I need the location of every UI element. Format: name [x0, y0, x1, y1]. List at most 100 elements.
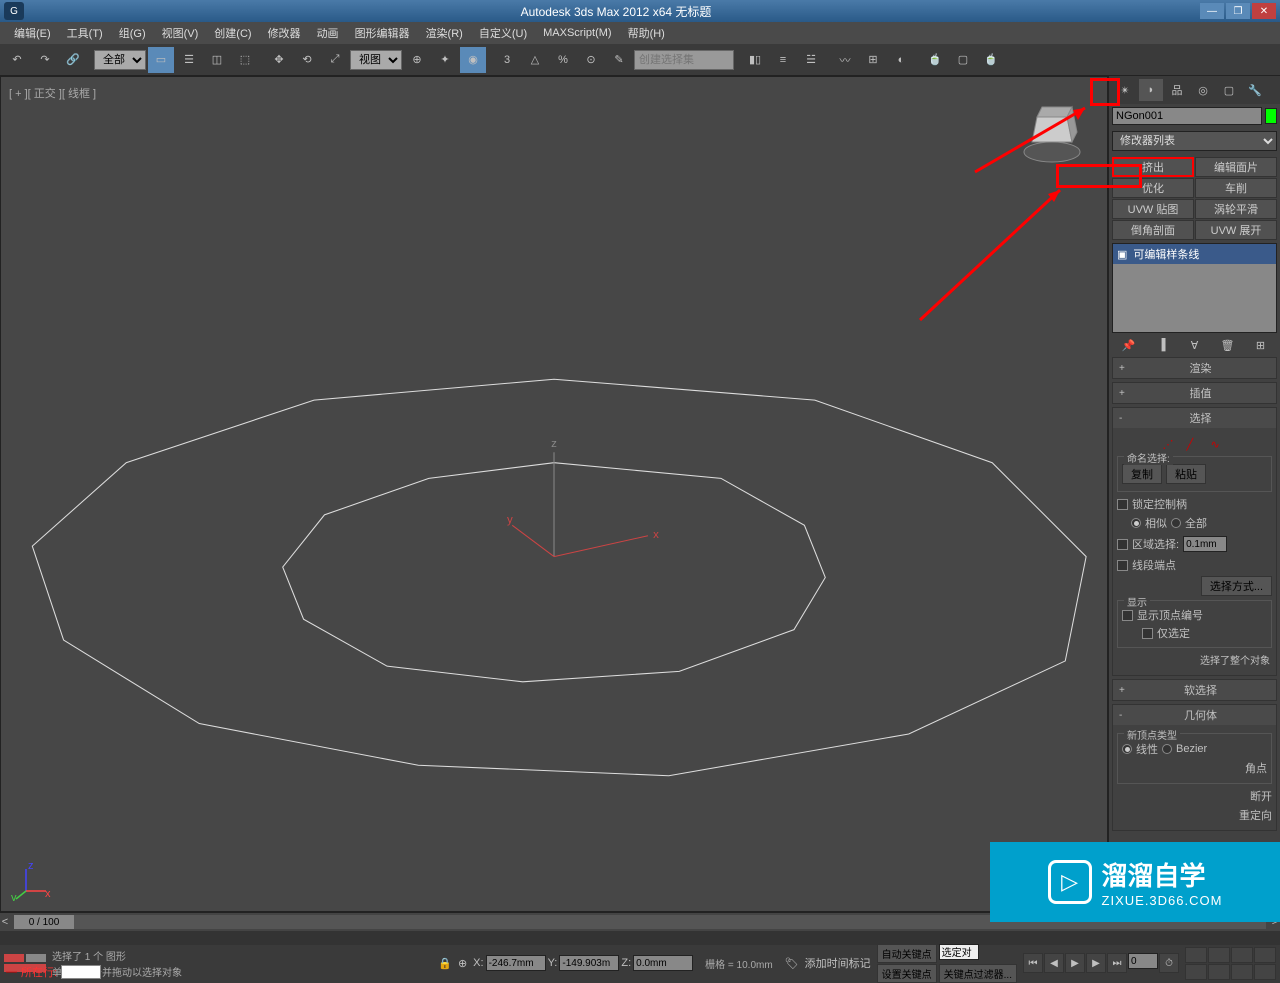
modify-tab-icon[interactable]: ◗	[1139, 79, 1163, 101]
redo-icon[interactable]: ↷	[32, 47, 58, 73]
current-frame-input[interactable]	[1128, 953, 1158, 969]
rollout-geometry-header[interactable]: -几何体	[1113, 705, 1276, 725]
menu-create[interactable]: 创建(C)	[206, 23, 259, 43]
object-name-input[interactable]	[1112, 107, 1262, 125]
auto-key-button[interactable]: 自动关键点	[877, 944, 937, 963]
zoom-extents-all-icon[interactable]	[1254, 947, 1276, 963]
menu-help[interactable]: 帮助(H)	[620, 23, 673, 43]
select-method-button[interactable]: 选择方式...	[1201, 576, 1272, 596]
utilities-tab-icon[interactable]: 🔧	[1243, 79, 1267, 101]
remove-modifier-icon[interactable]: 🗑	[1219, 336, 1237, 354]
undo-icon[interactable]: ↶	[4, 47, 30, 73]
similar-radio[interactable]: 相似	[1131, 515, 1167, 531]
make-unique-icon[interactable]: ∀	[1186, 336, 1204, 354]
maximize-button[interactable]: ❐	[1226, 3, 1250, 19]
menu-tools[interactable]: 工具(T)	[59, 23, 111, 43]
menu-edit[interactable]: 编辑(E)	[6, 23, 59, 43]
viewcube[interactable]	[1017, 97, 1087, 167]
linear-radio[interactable]: 线性	[1122, 741, 1158, 757]
keyboard-shortcut-icon[interactable]: ◉	[460, 47, 486, 73]
pin-stack-icon[interactable]: 📌	[1120, 336, 1138, 354]
spinner-snap-icon[interactable]: ⊙	[578, 47, 604, 73]
lock-selection-icon[interactable]: 🔒	[438, 957, 452, 970]
curve-editor-icon[interactable]: 〰	[832, 47, 858, 73]
segment-end-checkbox[interactable]: 线段端点	[1117, 557, 1272, 573]
fov-icon[interactable]	[1185, 964, 1207, 980]
time-config-icon[interactable]: ⏱	[1159, 953, 1179, 973]
snap-toggle-icon[interactable]: 3	[494, 47, 520, 73]
hierarchy-tab-icon[interactable]: 品	[1165, 79, 1189, 101]
select-region-icon[interactable]: ◫	[204, 47, 230, 73]
scale-icon[interactable]: ⤢	[322, 47, 348, 73]
menu-view[interactable]: 视图(V)	[154, 23, 207, 43]
show-vert-num-checkbox[interactable]: 显示顶点编号	[1122, 607, 1267, 623]
copy-button[interactable]: 复制	[1122, 464, 1162, 484]
menu-group[interactable]: 组(G)	[111, 23, 154, 43]
ref-coord-select[interactable]: 视图	[350, 50, 402, 70]
configure-sets-icon[interactable]: ⊞	[1252, 336, 1270, 354]
minimize-button[interactable]: —	[1200, 3, 1224, 19]
modifier-turbosmooth-button[interactable]: 涡轮平滑	[1195, 199, 1277, 219]
viewport[interactable]: [ + ][ 正交 ][ 线框 ] z x y z x y	[0, 76, 1108, 912]
angle-snap-icon[interactable]: △	[522, 47, 548, 73]
where-field[interactable]	[61, 965, 101, 979]
layer-icon[interactable]: ☱	[798, 47, 824, 73]
segment-subobj-icon[interactable]: ╱	[1187, 438, 1203, 450]
close-button[interactable]: ✕	[1252, 3, 1276, 19]
object-color-swatch[interactable]	[1265, 108, 1277, 124]
zoom-all-icon[interactable]	[1208, 947, 1230, 963]
modifier-bevel-profile-button[interactable]: 倒角剖面	[1112, 220, 1194, 240]
area-select-spinner[interactable]	[1183, 536, 1227, 552]
menu-graph-editors[interactable]: 图形编辑器	[347, 23, 418, 43]
play-icon[interactable]: ▶	[1065, 953, 1085, 973]
modifier-uvw-map-button[interactable]: UVW 贴图	[1112, 199, 1194, 219]
area-select-checkbox[interactable]: 区域选择:	[1117, 536, 1179, 552]
modifier-uvw-unwrap-button[interactable]: UVW 展开	[1195, 220, 1277, 240]
add-time-tag-icon[interactable]: 🏷	[785, 957, 799, 970]
pivot-icon[interactable]: ⊕	[404, 47, 430, 73]
rotate-icon[interactable]: ⟲	[294, 47, 320, 73]
schematic-icon[interactable]: ⊞	[860, 47, 886, 73]
rollout-selection-header[interactable]: -选择	[1113, 408, 1276, 428]
prev-frame-icon[interactable]: ◀	[1044, 953, 1064, 973]
rollout-soft-sel-header[interactable]: +软选择	[1113, 680, 1276, 700]
render-frame-icon[interactable]: ▢	[950, 47, 976, 73]
render-icon[interactable]: 🍵	[978, 47, 1004, 73]
select-object-icon[interactable]: ▭	[148, 47, 174, 73]
only-selected-checkbox[interactable]: 仅选定	[1122, 625, 1267, 641]
all-radio[interactable]: 全部	[1171, 515, 1207, 531]
key-filter-button[interactable]: 关键点过滤器...	[939, 964, 1017, 983]
spline-subobj-icon[interactable]: ∿	[1211, 438, 1227, 450]
align-icon[interactable]: ≡	[770, 47, 796, 73]
link-icon[interactable]: 🔗	[60, 47, 86, 73]
selected-field[interactable]	[939, 944, 979, 960]
modifier-stack[interactable]: ▣可编辑样条线	[1112, 243, 1277, 333]
maximize-viewport-icon[interactable]	[1254, 964, 1276, 980]
vertex-subobj-icon[interactable]: ⋰	[1163, 438, 1179, 450]
time-slider-thumb[interactable]: 0 / 100	[14, 915, 74, 929]
goto-end-icon[interactable]: ⏭	[1107, 953, 1127, 973]
paste-button[interactable]: 粘贴	[1166, 464, 1206, 484]
stack-item-editable-spline[interactable]: ▣可编辑样条线	[1113, 244, 1276, 264]
modifier-edit-patch-button[interactable]: 编辑面片	[1195, 157, 1277, 177]
set-key-button[interactable]: 设置关键点	[877, 964, 937, 983]
modifier-lathe-button[interactable]: 车削	[1195, 178, 1277, 198]
z-coord-input[interactable]	[633, 955, 693, 971]
add-time-tag-label[interactable]: 添加时间标记	[805, 955, 871, 971]
motion-tab-icon[interactable]: ◎	[1191, 79, 1215, 101]
zoom-icon[interactable]	[1185, 947, 1207, 963]
manipulate-icon[interactable]: ✦	[432, 47, 458, 73]
rollout-interp-header[interactable]: +插值	[1113, 383, 1276, 403]
pan-icon[interactable]	[1208, 964, 1230, 980]
rollout-render-header[interactable]: +渲染	[1113, 358, 1276, 378]
edit-named-sel-icon[interactable]: ✎	[606, 47, 632, 73]
window-crossing-icon[interactable]: ⬚	[232, 47, 258, 73]
menu-modifiers[interactable]: 修改器	[260, 23, 309, 43]
menu-maxscript[interactable]: MAXScript(M)	[535, 25, 619, 41]
lock-handles-checkbox[interactable]: 锁定控制柄	[1117, 496, 1272, 512]
selection-set-input[interactable]	[634, 50, 734, 70]
menu-customize[interactable]: 自定义(U)	[471, 23, 535, 43]
modifier-list-select[interactable]: 修改器列表	[1112, 131, 1277, 151]
show-end-result-icon[interactable]: ▐	[1153, 336, 1171, 354]
bezier-radio[interactable]: Bezier	[1162, 743, 1207, 755]
